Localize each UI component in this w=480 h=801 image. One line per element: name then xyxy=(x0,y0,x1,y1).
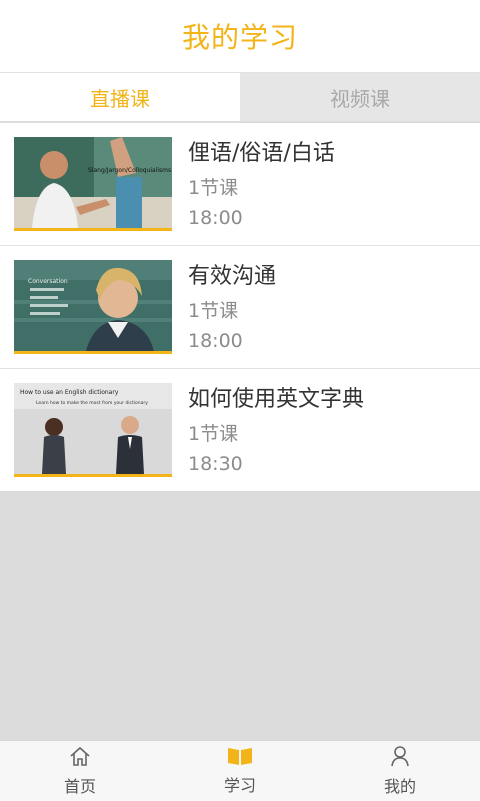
course-item[interactable]: Conversation 有效沟通 1节课 18:00 xyxy=(0,246,480,369)
nav-study-label: 学习 xyxy=(223,776,256,795)
nav-mine-label: 我的 xyxy=(383,777,416,796)
tab-live-course[interactable]: 直播课 xyxy=(0,73,240,121)
nav-study[interactable]: 学习 xyxy=(160,741,320,801)
course-thumbnail: Conversation xyxy=(14,260,172,354)
course-item[interactable]: Slang/Jargon/Colloquialisms 俚语/俗语/白话 1节课… xyxy=(0,123,480,246)
course-title: 俚语/俗语/白话 xyxy=(188,141,335,166)
nav-home-label: 首页 xyxy=(63,777,96,796)
course-lesson-count: 1节课 xyxy=(188,423,239,445)
bottom-navigation: 首页 学习 我的 xyxy=(0,740,480,801)
course-lesson-count: 1节课 xyxy=(188,177,239,199)
course-item[interactable]: How to use an English dictionary Learn h… xyxy=(0,369,480,491)
course-lesson-count: 1节课 xyxy=(188,300,239,322)
course-time: 18:00 xyxy=(188,207,243,229)
course-list: Slang/Jargon/Colloquialisms 俚语/俗语/白话 1节课… xyxy=(0,123,480,491)
nav-home[interactable]: 首页 xyxy=(0,741,160,801)
thumbnail-subcaption: Learn how to make the most from your dic… xyxy=(36,401,148,406)
course-time: 18:00 xyxy=(188,330,243,352)
nav-mine[interactable]: 我的 xyxy=(320,741,480,801)
home-icon xyxy=(68,745,92,771)
app-header: 我的学习 xyxy=(0,0,480,73)
course-title: 有效沟通 xyxy=(188,264,277,289)
course-thumbnail: How to use an English dictionary Learn h… xyxy=(14,383,172,477)
course-thumbnail: Slang/Jargon/Colloquialisms xyxy=(14,137,172,231)
user-icon xyxy=(389,745,411,771)
page-title: 我的学习 xyxy=(181,21,298,54)
course-title: 如何使用英文字典 xyxy=(188,387,365,412)
book-icon xyxy=(227,746,253,770)
thumbnail-caption: Slang/Jargon/Colloquialisms xyxy=(88,167,172,174)
thumbnail-caption: Conversation xyxy=(28,278,68,285)
tab-bar: 直播课 视频课 xyxy=(0,73,480,121)
course-time: 18:30 xyxy=(188,453,243,475)
tab-video-course[interactable]: 视频课 xyxy=(240,73,480,121)
thumbnail-caption: How to use an English dictionary xyxy=(20,389,119,396)
